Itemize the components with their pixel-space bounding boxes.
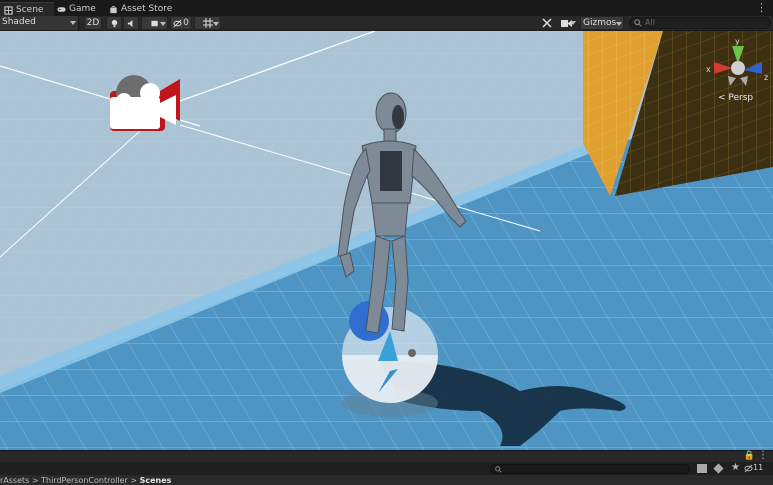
svg-text:y: y [735,37,740,46]
search-icon [495,466,502,473]
audio-toggle-button[interactable] [123,16,139,30]
panel-menu-kebab-icon[interactable]: ⋮ [758,450,768,461]
camera-settings-dropdown[interactable] [555,16,577,30]
effects-dropdown[interactable] [141,16,168,30]
scene-search-field[interactable]: All [629,17,771,29]
breadcrumb-item-current[interactable]: Scenes [140,476,172,485]
gamepad-icon [57,6,66,12]
svg-text:x: x [706,65,711,74]
speaker-icon [127,19,132,27]
svg-text:z: z [764,73,768,82]
tab-asset-store[interactable]: Asset Store [107,2,172,16]
effects-icon [150,20,158,26]
tab-game-label: Game [69,4,96,14]
breadcrumb-item[interactable]: rAssets [0,476,29,485]
projection-toggle-label[interactable]: < Persp [718,93,753,103]
gizmos-dropdown[interactable]: Gizmos [580,16,624,30]
chevron-down-icon [160,22,166,26]
chevron-down-icon [213,22,219,26]
tab-scene-label: Scene [16,5,44,15]
hidden-objects-count: 0 [183,18,189,28]
tools-icon [541,18,552,28]
hidden-packages-count: 11 [753,463,764,472]
grid-icon [202,18,213,28]
search-icon [634,19,642,27]
chevron-down-icon [570,21,576,25]
shading-mode-value: Shaded [2,17,36,27]
lightbulb-icon [111,19,117,27]
toggle-2d-label: 2D [86,18,100,28]
toggle-2d-button[interactable]: 2D [84,16,102,30]
chevron-right-icon: > [130,476,140,485]
shopping-bag-icon [110,5,117,13]
eye-slash-icon [173,19,182,27]
search-placeholder: All [645,18,655,27]
grid-snapping-dropdown[interactable] [194,16,221,30]
breadcrumb-item[interactable]: ThirdPersonController [41,476,128,485]
favorites-star-icon[interactable]: ★ [731,462,740,473]
window-tab-bar: Scene Game Asset Store ⋮ [0,0,773,17]
chevron-down-icon [70,21,76,25]
project-search-field[interactable] [490,464,690,474]
eye-slash-icon[interactable] [744,464,753,473]
scene-toolbar: Shaded 2D 0 Gizmos All [0,16,773,31]
scene-viewport[interactable]: y x z < Persp [0,31,773,450]
shading-mode-dropdown[interactable]: Shaded [0,16,79,30]
tab-scene[interactable]: Scene [0,2,54,17]
scene-visibility-toggle[interactable]: 0 [170,16,192,30]
lock-icon[interactable]: 🔒 [744,451,755,461]
chevron-right-icon: > [31,476,42,485]
scene-icon [4,5,13,15]
tab-game[interactable]: Game [55,2,96,16]
gizmos-label: Gizmos [583,18,617,28]
scene-render: y x z [0,31,773,450]
project-toolbar: ★ 11 [0,462,773,475]
filter-by-label-icon[interactable] [713,463,724,474]
filter-by-type-icon[interactable] [697,464,707,473]
tab-asset-store-label: Asset Store [121,4,173,14]
chevron-down-icon [616,22,622,26]
tab-menu-kebab-icon[interactable]: ⋮ [756,1,767,14]
breadcrumb: rAssets > ThirdPersonController > Scenes [0,475,773,485]
tools-button[interactable] [539,16,554,30]
lighting-toggle-button[interactable] [106,16,122,30]
